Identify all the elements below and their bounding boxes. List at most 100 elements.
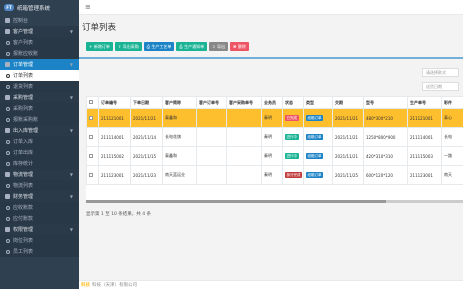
column-header[interactable]: 类型: [303, 96, 333, 109]
column-header[interactable]: 状态: [282, 96, 304, 109]
toolbar-button-2[interactable]: ⎙ 生产工艺单: [143, 42, 175, 51]
table-cell: 长电花旗: [162, 127, 197, 147]
bullet-icon: [6, 161, 10, 166]
sidebar-subitem[interactable]: 岗位列表: [0, 235, 79, 246]
toolbar: + 新增订单 ⇪ 导出采购 ⎙ 生产工艺单 ⎙ 生产通知单 ⇩ 导出 ✖ 删除: [86, 42, 249, 51]
sidebar-subitem-label: 应收账款: [13, 205, 34, 211]
horizontal-scrollbar[interactable]: [86, 200, 463, 203]
toolbar-button-5[interactable]: ✖ 删除: [229, 42, 249, 51]
sidebar-subitem[interactable]: 订单入库: [0, 136, 79, 147]
sidebar-group[interactable]: 权限管理 ▼: [0, 224, 79, 235]
sidebar-item-dashboard[interactable]: 控制台: [0, 15, 79, 26]
table-row[interactable]: 211123001 2021/11/23 南天蓝运业 秦明 部分完成 纸箱订单 2021/1…: [86, 165, 463, 185]
sidebar-subitem[interactable]: 报账应收账: [0, 48, 79, 59]
sidebar-subitem[interactable]: 订单出库: [0, 147, 79, 158]
sidebar-subitem[interactable]: 退货列表: [0, 81, 79, 92]
chevron-down-icon: ▼: [69, 62, 73, 67]
column-header[interactable]: 型号: [363, 96, 408, 109]
sidebar-subitem-label: 退货列表: [13, 84, 34, 90]
status-badge: 进行中: [285, 134, 299, 141]
group-icon: [5, 62, 10, 67]
row-checkbox[interactable]: [89, 172, 93, 177]
bullet-icon: [6, 249, 10, 254]
row-checkbox-cell[interactable]: [86, 165, 99, 185]
row-checkbox[interactable]: [89, 134, 93, 139]
sidebar-subitem-label: 采购列表: [13, 106, 34, 112]
button-label: 删除: [237, 43, 246, 49]
row-checkbox[interactable]: [89, 153, 93, 158]
delivery-date-input[interactable]: 送货日期: [422, 82, 459, 91]
row-checkbox-cell[interactable]: [86, 146, 99, 166]
bullet-icon: [6, 150, 10, 155]
sidebar-subitem-label: 订单出库: [13, 150, 34, 156]
sidebar-subitem[interactable]: 应收账款: [0, 202, 79, 213]
sidebar-subitem-label: 报账应收账: [13, 51, 39, 57]
orders-table-container: 订单编号 下单日期 客户简称 客户订单号 客户采购单号 业务员 状态 类型 交期 型号 生产单号 彩件…: [86, 96, 463, 200]
bullet-icon: [6, 106, 10, 111]
column-header[interactable]: 业务员: [261, 96, 283, 109]
table-row[interactable]: 211114001 2021/11/14 长电花旗 秦明 进行中 纸箱订单 2021/11/…: [86, 127, 463, 147]
sidebar-subitem[interactable]: 员工列表: [0, 246, 79, 257]
table-cell: 秦明: [261, 127, 283, 147]
group-icon: [5, 227, 10, 232]
sidebar-group[interactable]: 物流管理 ▼: [0, 169, 79, 180]
toolbar-button-3[interactable]: ⎙ 生产通知单: [176, 42, 208, 51]
column-header[interactable]: 交期: [332, 96, 364, 109]
column-header[interactable]: 订单编号: [98, 96, 131, 109]
button-icon: ⎙: [179, 44, 183, 49]
column-header[interactable]: 客户订单号: [196, 96, 227, 109]
scrollbar-thumb[interactable]: [86, 200, 386, 203]
table-cell: 进行中: [282, 146, 304, 166]
sidebar-subitem-label: 订单列表: [13, 73, 34, 79]
style-search-input[interactable]: 请选择款式: [422, 68, 459, 77]
sidebar-subitem[interactable]: 报账采购账: [0, 114, 79, 125]
table-row[interactable]: 211121001 2021/11/21 泰鑫和 秦明 已完成 纸箱订单 2021/11/2…: [86, 108, 463, 128]
table-cell: 211121001: [407, 108, 442, 128]
table-cell: 211114001: [407, 127, 442, 147]
sidebar-group[interactable]: 出入库管理 ▼: [0, 125, 79, 136]
orders-table: 订单编号 下单日期 客户简称 客户订单号 客户采购单号 业务员 状态 类型 交期 型号 生产单号 彩件…: [86, 96, 463, 185]
column-header[interactable]: 客户简称: [162, 96, 197, 109]
sidebar-subitem[interactable]: 采购列表: [0, 103, 79, 114]
column-header[interactable]: 下单日期: [130, 96, 163, 109]
column-header[interactable]: 彩件: [441, 96, 463, 109]
table-cell: 1250*800*900: [363, 127, 408, 147]
row-checkbox-cell[interactable]: [86, 108, 99, 128]
sidebar-group-label: 权限管理: [13, 227, 34, 233]
table-cell: 2021/11/21: [130, 108, 163, 128]
bullet-icon: [6, 216, 10, 221]
sidebar-subitem[interactable]: 订单列表: [0, 70, 79, 81]
button-icon: ⇪: [117, 44, 122, 49]
status-badge: 已完成: [285, 115, 299, 122]
footer: 科技 科技（天津）有限公司: [79, 280, 463, 289]
sidebar-group[interactable]: 订单管理 ▼: [0, 59, 79, 70]
sidebar-group[interactable]: 财务管理 ▼: [0, 191, 79, 202]
select-all-checkbox[interactable]: [89, 100, 93, 104]
chevron-down-icon: ▼: [69, 227, 73, 232]
table-cell: 2021/11/21: [332, 127, 364, 147]
column-header[interactable]: 客户采购单号: [226, 96, 262, 109]
toolbar-button-1[interactable]: ⇪ 导出采购: [114, 42, 142, 51]
menu-toggle-icon[interactable]: ≡: [85, 3, 91, 11]
sidebar-subitem[interactable]: 应付账款: [0, 213, 79, 224]
sidebar-group[interactable]: 采购管理 ▼: [0, 92, 79, 103]
sidebar-subitem[interactable]: 物流列表: [0, 180, 79, 191]
table-cell: 211123001: [407, 165, 442, 185]
table-row[interactable]: 211115002 2021/11/15 泰鑫和 秦明 进行中 纸箱订单 2021/11/2…: [86, 146, 463, 166]
sidebar: FT 纸箱管理系统 控制台 客户管理 ▼ 客户列表 报账应收账 订单管理 ▼ 订单列表 退货列表…: [0, 0, 79, 289]
table-cell: 2021/11/25: [332, 165, 364, 185]
table-cell: 211121001: [98, 108, 131, 128]
sidebar-subitem[interactable]: 库存统计: [0, 158, 79, 169]
row-checkbox[interactable]: [89, 115, 93, 120]
sidebar-group-label: 财务管理: [13, 194, 34, 200]
row-checkbox-cell[interactable]: [86, 127, 99, 147]
type-badge: 纸箱订单: [306, 172, 323, 179]
toolbar-button-0[interactable]: + 新增订单: [86, 42, 113, 51]
column-header[interactable]: 生产单号: [407, 96, 442, 109]
sidebar-subitem[interactable]: 客户列表: [0, 37, 79, 48]
table-body: 211121001 2021/11/21 泰鑫和 秦明 已完成 纸箱订单 2021/11/2…: [86, 108, 463, 185]
toolbar-button-4[interactable]: ⇩ 导出: [209, 42, 228, 51]
sidebar-group[interactable]: 客户管理 ▼: [0, 26, 79, 37]
table-cell: 秦明: [261, 146, 283, 166]
select-all-checkbox-cell[interactable]: [86, 96, 99, 109]
